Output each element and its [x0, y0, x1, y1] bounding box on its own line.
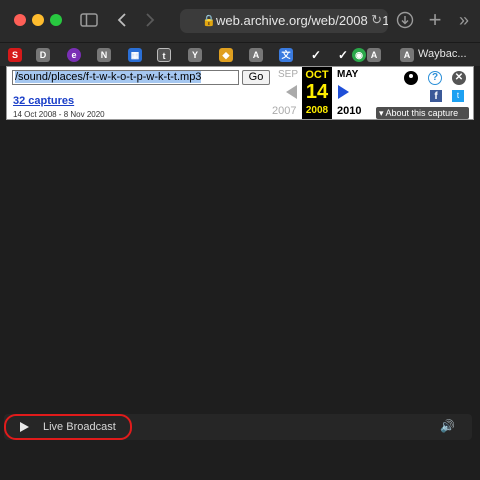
address-bar[interactable]: 🔒 web.archive.org/web/20081014 ↻ [180, 9, 388, 33]
prev-capture-year[interactable]: 2007 [272, 105, 296, 117]
bookmark-wayback-label[interactable]: Waybac... [418, 48, 467, 60]
bookmarks-bar: S D e N ▦ t Y ◆ A 文 ✓ ✓ ◉ A A Waybac... [0, 42, 480, 66]
current-capture-day: 14 [305, 81, 329, 103]
minimize-window-button[interactable] [32, 14, 44, 26]
chevron-right-icon [146, 13, 155, 27]
address-text[interactable]: web.archive.org/web/20081014 [216, 13, 388, 28]
new-tab-button[interactable]: + [426, 9, 444, 31]
prev-capture-arrow-icon[interactable] [286, 85, 297, 99]
back-button[interactable] [114, 9, 130, 31]
bookmark-a[interactable]: A [249, 48, 263, 62]
next-capture-year[interactable]: 2010 [337, 105, 361, 117]
browser-toolbar: 🔒 web.archive.org/web/20081014 ↻ + » [0, 0, 480, 42]
help-icon[interactable]: ? [428, 71, 442, 85]
more-tabs-chevron-icon[interactable]: » [456, 9, 472, 31]
current-capture-date: OCT 14 2008 [302, 67, 332, 119]
bookmark-check[interactable]: ✓ [309, 48, 323, 62]
zoom-window-button[interactable] [50, 14, 62, 26]
lock-icon: 🔒 [202, 15, 216, 27]
wayback-url-value: /sound/places/f-t-w-k-o-t-p-w-k-t-t.mp3 [15, 71, 202, 83]
reload-icon[interactable]: ↻ [368, 12, 382, 28]
chevron-left-icon [117, 13, 126, 27]
download-icon [396, 11, 414, 29]
bookmark-wayback-icon[interactable]: A [400, 48, 414, 62]
bookmark-purple[interactable]: e [67, 48, 81, 62]
bookmark-translate[interactable]: 文 [279, 48, 293, 62]
close-window-button[interactable] [14, 14, 26, 26]
audio-player: Live Broadcast 🔊 [4, 414, 472, 440]
wayback-toolbar: /sound/places/f-t-w-k-o-t-p-w-k-t-t.mp3 … [6, 66, 474, 120]
wayback-url-input[interactable]: /sound/places/f-t-w-k-o-t-p-w-k-t-t.mp3 [12, 70, 239, 85]
bookmark-y[interactable]: Y [188, 48, 202, 62]
next-capture-arrow-icon[interactable] [338, 85, 349, 99]
sidebar-toggle-icon[interactable] [80, 9, 98, 31]
bookmark-blue-grid[interactable]: ▦ [128, 48, 142, 62]
about-capture-button[interactable]: ▾ About this capture [376, 107, 469, 119]
current-capture-year: 2008 [305, 105, 329, 116]
twitter-icon[interactable]: t [452, 90, 464, 102]
forward-button[interactable] [142, 9, 158, 31]
facebook-icon[interactable]: f [430, 90, 442, 102]
browser-window: 🔒 web.archive.org/web/20081014 ↻ + » S D… [0, 0, 480, 480]
about-capture-label: About this capture [385, 108, 459, 118]
bookmark-s[interactable]: S [8, 48, 22, 62]
captures-link[interactable]: 32 captures [13, 95, 74, 107]
bookmark-chrome[interactable]: ◉ [352, 48, 366, 62]
bookmark-n[interactable]: N [97, 48, 111, 62]
user-account-icon[interactable] [404, 71, 418, 85]
next-capture-month[interactable]: MAY [337, 69, 358, 80]
highlight-annotation [4, 414, 132, 440]
bookmark-d[interactable]: D [36, 48, 50, 62]
bookmark-check-2[interactable]: ✓ [336, 48, 350, 62]
bookmark-t[interactable]: t [157, 48, 171, 62]
prev-capture-month[interactable]: SEP [278, 69, 298, 80]
bookmark-orange[interactable]: ◆ [219, 48, 233, 62]
downloads-button[interactable] [396, 9, 414, 31]
wayback-go-button[interactable]: Go [242, 70, 270, 85]
close-icon[interactable]: ✕ [452, 71, 466, 85]
volume-icon[interactable]: 🔊 [440, 419, 455, 433]
current-capture-month: OCT [305, 69, 329, 81]
captures-date-range: 14 Oct 2008 - 8 Nov 2020 [13, 110, 105, 119]
bookmark-a-2[interactable]: A [367, 48, 381, 62]
